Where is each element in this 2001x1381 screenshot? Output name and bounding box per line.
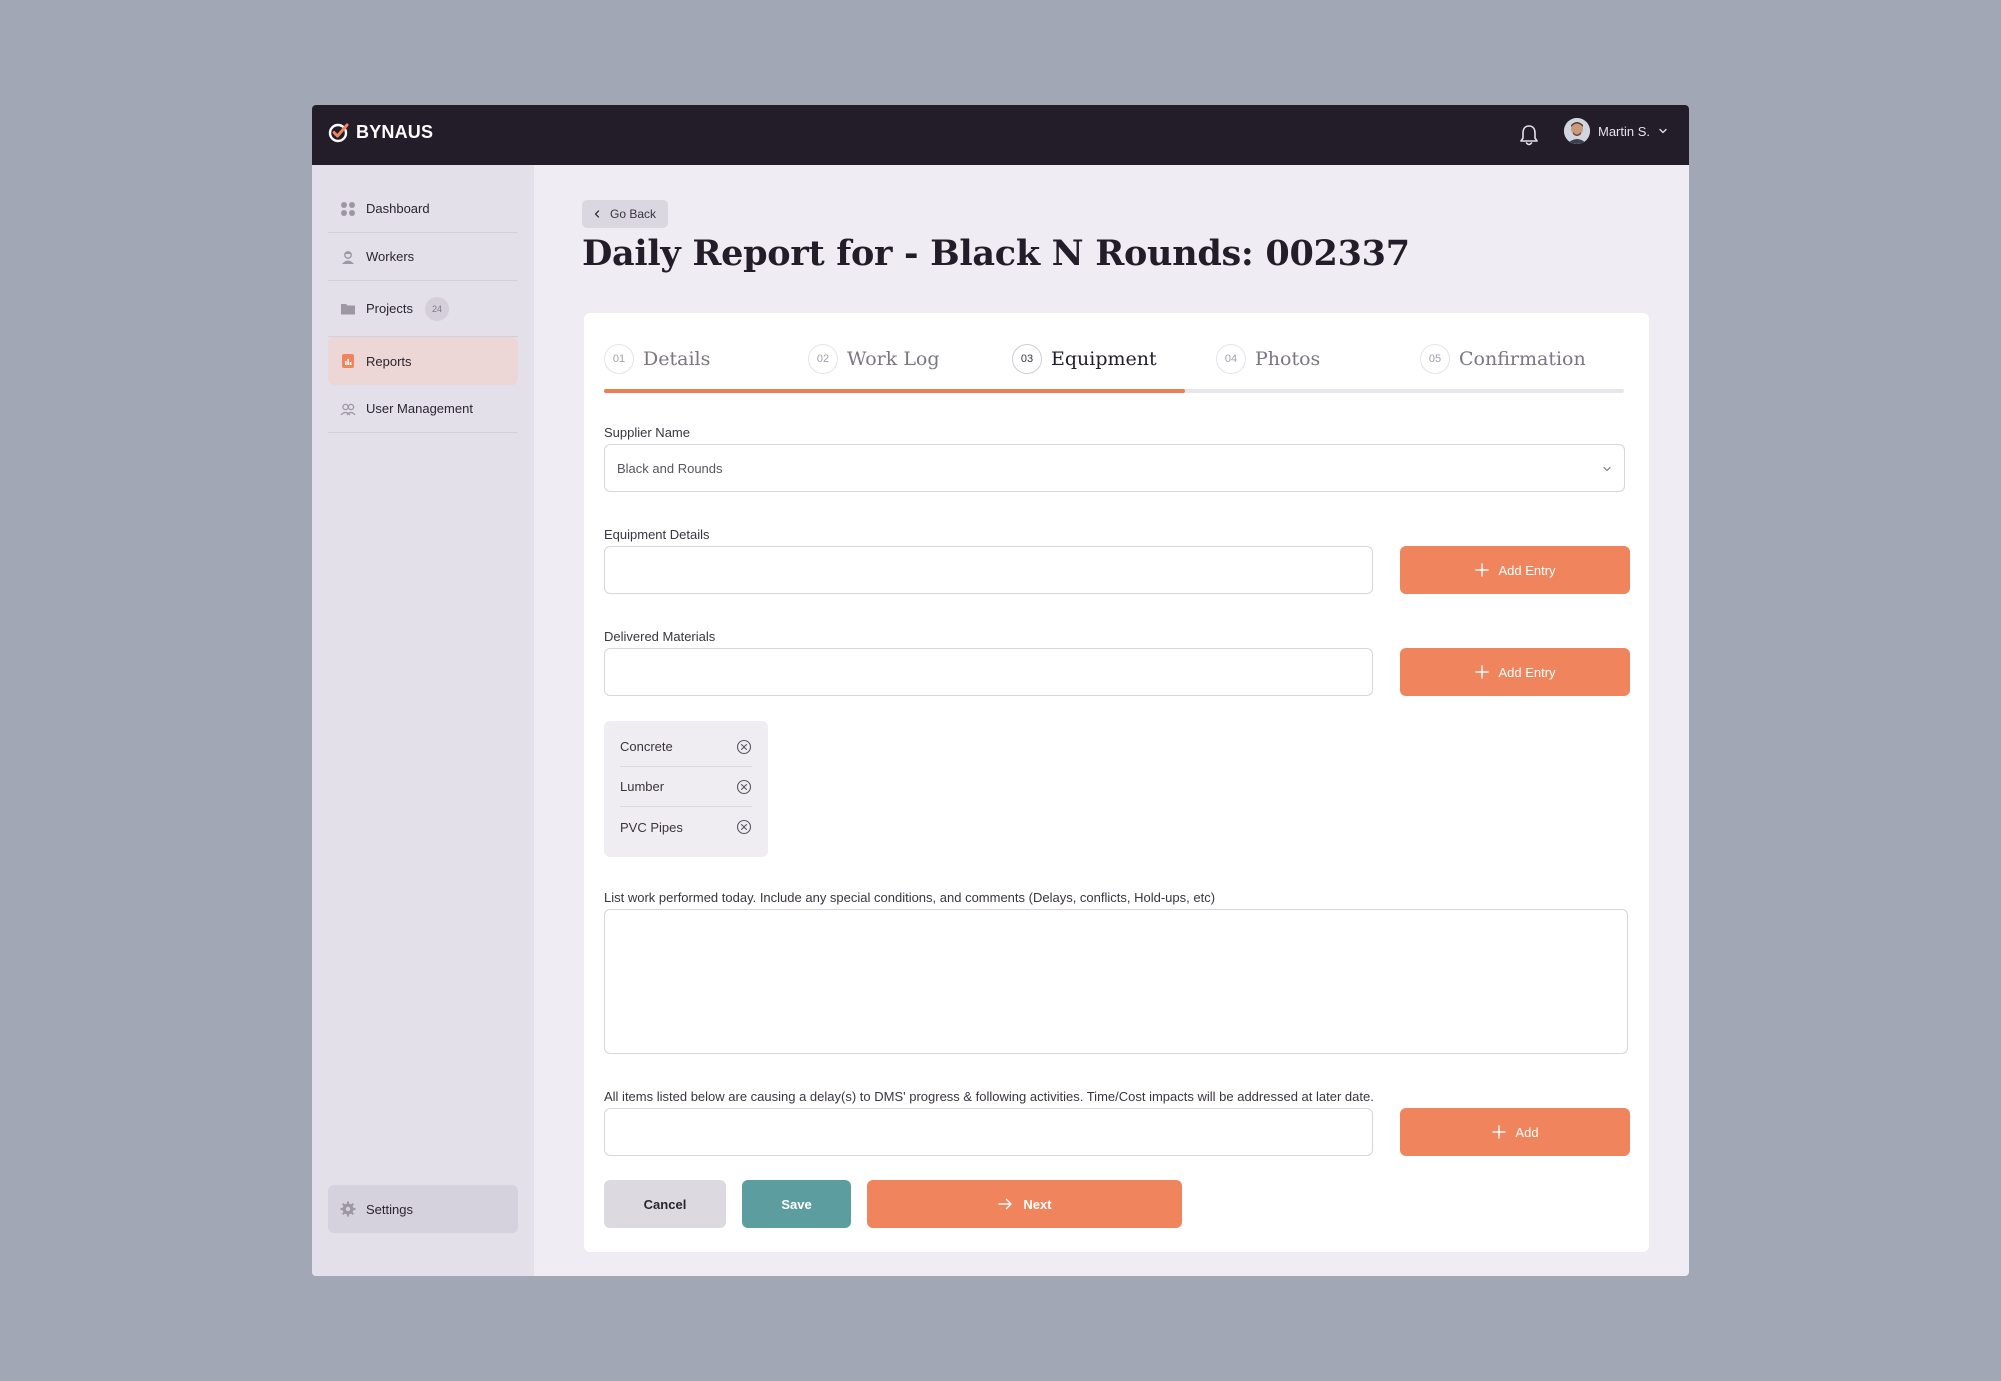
step-number: 04 [1216,344,1246,374]
sidebar-item-settings[interactable]: Settings [328,1185,518,1233]
delay-items-label: All items listed below are causing a del… [604,1089,1374,1104]
brand-name: BYNAUS [356,121,434,142]
step-label: Photos [1255,348,1321,370]
supplier-name-value: Black and Rounds [617,460,723,476]
next-label: Next [1023,1196,1052,1212]
material-name: Concrete [620,739,673,754]
equipment-details-label: Equipment Details [604,527,710,542]
step-details[interactable]: 01 Details [604,333,710,385]
top-bar: BYNAUS Martin S. [312,105,1689,165]
plus-icon [1475,665,1490,679]
stepper: 01 Details 02 Work Log 03 Equipment 04 P… [604,333,1624,393]
supplier-name-select[interactable]: Black and Rounds [604,444,1625,492]
sidebar-item-user-management[interactable]: User Management [328,385,518,433]
sidebar: Dashboard Workers Projects 24 Reports Us… [312,165,534,1276]
report-icon [342,354,354,368]
arrow-right-icon [998,1198,1013,1210]
page-title: Daily Report for - Black N Rounds: 00233… [582,233,1410,274]
step-number: 02 [808,344,838,374]
go-back-button[interactable]: Go Back [582,200,669,228]
step-confirmation[interactable]: 05 Confirmation [1420,333,1586,385]
remove-icon[interactable] [736,779,752,795]
grid-icon [341,201,355,216]
add-entry-label: Add Entry [1498,664,1556,680]
sidebar-item-reports[interactable]: Reports [328,337,518,385]
sidebar-item-label: User Management [366,401,473,416]
user-menu[interactable]: Martin S. [1564,118,1668,144]
logo-check-icon [328,123,349,143]
step-photos[interactable]: 04 Photos [1216,333,1320,385]
bell-icon[interactable] [1518,123,1540,147]
work-performed-label: List work performed today. Include any s… [604,890,1216,905]
remove-icon[interactable] [736,819,752,835]
equipment-details-input[interactable] [604,546,1373,594]
add-entry-label: Add Entry [1498,562,1556,578]
sidebar-item-workers[interactable]: Workers [328,233,518,281]
material-name: PVC Pipes [620,819,683,835]
app-window: BYNAUS Martin S. Dashboard Workers Proje… [312,105,1689,1276]
sidebar-item-projects[interactable]: Projects 24 [328,281,518,337]
delay-items-input[interactable] [604,1108,1373,1156]
settings-label: Settings [366,1201,413,1217]
step-equipment[interactable]: 03 Equipment [1012,333,1157,385]
step-label: Details [643,348,711,370]
step-label: Equipment [1051,348,1157,370]
step-number: 05 [1420,344,1450,374]
users-icon [340,403,356,415]
gear-icon [340,1201,356,1217]
add-equipment-entry-button[interactable]: Add Entry [1400,546,1630,594]
chevron-down-icon [1659,128,1667,134]
step-label: Work Log [847,348,940,370]
list-item: Lumber [620,767,752,807]
step-number: 01 [604,344,634,374]
list-item: Concrete [620,727,752,767]
save-button[interactable]: Save [742,1180,851,1228]
list-item: PVC Pipes [620,807,752,847]
sidebar-item-dashboard[interactable]: Dashboard [328,185,518,233]
worker-icon [342,250,354,264]
step-number: 03 [1012,344,1042,374]
sidebar-item-label: Reports [366,353,412,369]
step-work-log[interactable]: 02 Work Log [808,333,940,385]
sidebar-nav: Dashboard Workers Projects 24 Reports Us… [328,185,518,433]
remove-icon[interactable] [736,739,752,755]
delivered-materials-label: Delivered Materials [604,629,716,644]
material-name: Lumber [620,779,665,794]
chevron-down-icon [1603,466,1611,472]
report-form-card: 01 Details 02 Work Log 03 Equipment 04 P… [584,313,1649,1252]
brand-logo[interactable]: BYNAUS [328,121,433,143]
sidebar-item-label: Dashboard [366,201,430,216]
sidebar-item-label: Projects [366,301,413,316]
step-progress-fill [604,389,1186,393]
delivered-materials-input[interactable] [604,648,1373,696]
plus-icon [1492,1125,1507,1139]
chevron-left-icon [594,210,600,218]
next-button[interactable]: Next [867,1180,1182,1228]
user-name: Martin S. [1598,123,1651,139]
add-label: Add [1515,1124,1539,1140]
main-content: Go Back Daily Report for - Black N Round… [534,165,1689,1276]
cancel-button[interactable]: Cancel [604,1180,726,1228]
folder-icon [341,303,355,314]
sidebar-item-label: Workers [366,249,415,264]
add-delay-item-button[interactable]: Add [1400,1108,1630,1156]
add-material-entry-button[interactable]: Add Entry [1400,648,1630,696]
work-performed-textarea[interactable] [604,909,1628,1054]
projects-count-badge: 24 [424,296,449,321]
materials-list: Concrete Lumber PVC Pipes [604,721,768,857]
plus-icon [1475,563,1490,577]
avatar [1564,118,1590,144]
go-back-label: Go Back [610,207,657,221]
step-label: Confirmation [1459,348,1586,370]
supplier-name-label: Supplier Name [604,425,690,440]
